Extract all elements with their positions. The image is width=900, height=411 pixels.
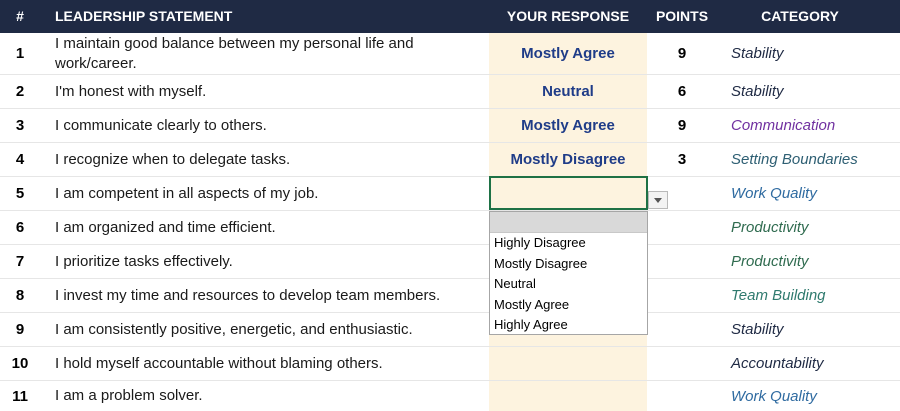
table-row: 1 I maintain good balance between my per… [0,33,900,75]
row-number[interactable]: 7 [0,245,40,278]
table-row: 9 I am consistently positive, energetic,… [0,313,900,347]
statement-cell[interactable]: I recognize when to delegate tasks. [55,143,485,176]
table-row: 8 I invest my time and resources to deve… [0,279,900,313]
points-cell[interactable] [647,279,717,312]
points-cell[interactable] [647,245,717,278]
header-leadership-statement: LEADERSHIP STATEMENT [55,8,233,24]
category-cell[interactable]: Work Quality [731,381,900,411]
header-number: # [16,8,24,24]
statement-cell[interactable]: I invest my time and resources to develo… [55,279,485,312]
response-cell[interactable] [489,381,647,411]
response-cell[interactable]: Mostly Agree [489,109,647,142]
row-number[interactable]: 11 [0,381,40,411]
statement-cell[interactable]: I prioritize tasks effectively. [55,245,485,278]
table-row: 5 I am competent in all aspects of my jo… [0,177,900,211]
dropdown-option-highly-disagree[interactable]: Highly Disagree [490,233,647,254]
table-row: 7 I prioritize tasks effectively. Produc… [0,245,900,279]
category-cell[interactable]: Stability [731,75,900,108]
header-your-response: YOUR RESPONSE [506,8,630,24]
dropdown-blank-option[interactable] [490,212,647,233]
statement-cell[interactable]: I'm honest with myself. [55,75,485,108]
statement-cell[interactable]: I hold myself accountable without blamin… [55,347,485,380]
header-category: CATEGORY [761,8,839,24]
chevron-down-icon [654,198,662,203]
points-cell[interactable] [647,313,717,346]
statement-cell[interactable]: I am organized and time efficient. [55,211,485,244]
points-cell[interactable] [647,381,717,411]
table-row: 2 I'm honest with myself. Neutral 6 Stab… [0,75,900,109]
points-cell[interactable]: 6 [647,75,717,108]
statement-cell[interactable]: I communicate clearly to others. [55,109,485,142]
statement-cell[interactable]: I am competent in all aspects of my job. [55,177,485,210]
statement-cell[interactable]: I am consistently positive, energetic, a… [55,313,485,346]
dropdown-option-neutral[interactable]: Neutral [490,274,647,295]
category-cell[interactable]: Accountability [731,347,900,380]
table-row: 3 I communicate clearly to others. Mostl… [0,109,900,143]
table-row: 4 I recognize when to delegate tasks. Mo… [0,143,900,177]
row-number[interactable]: 6 [0,211,40,244]
dropdown-option-highly-agree[interactable]: Highly Agree [490,315,647,336]
table-header: # LEADERSHIP STATEMENT YOUR RESPONSE POI… [0,0,900,33]
header-points: POINTS [655,8,709,24]
points-cell[interactable] [647,211,717,244]
active-response-cell[interactable] [489,176,648,210]
response-cell[interactable]: Mostly Disagree [489,143,647,176]
points-cell[interactable]: 9 [647,109,717,142]
points-cell[interactable] [647,347,717,380]
dropdown-option-mostly-disagree[interactable]: Mostly Disagree [490,254,647,275]
row-number[interactable]: 5 [0,177,40,210]
dropdown-button[interactable] [648,191,668,209]
points-cell[interactable]: 9 [647,33,717,74]
response-cell[interactable]: Neutral [489,75,647,108]
response-cell[interactable]: Mostly Agree [489,33,647,74]
category-cell[interactable]: Stability [731,313,900,346]
statement-cell[interactable]: I am a problem solver. [55,381,485,411]
category-cell[interactable]: Work Quality [731,177,900,210]
row-number[interactable]: 1 [0,33,40,74]
points-cell[interactable]: 3 [647,143,717,176]
row-number[interactable]: 3 [0,109,40,142]
response-cell[interactable] [489,347,647,380]
statement-text: I maintain good balance between my perso… [55,34,414,52]
response-dropdown-list: Highly Disagree Mostly Disagree Neutral … [489,211,648,335]
category-cell[interactable]: Communication [731,109,900,142]
table-row: 11 I am a problem solver. Work Quality [0,381,900,411]
row-number[interactable]: 10 [0,347,40,380]
row-number[interactable]: 2 [0,75,40,108]
row-number[interactable]: 4 [0,143,40,176]
table-row: 6 I am organized and time efficient. Pro… [0,211,900,245]
statement-text: work/career. [55,54,137,72]
category-cell[interactable]: Productivity [731,245,900,278]
category-cell[interactable]: Productivity [731,211,900,244]
table-row: 10 I hold myself accountable without bla… [0,347,900,381]
statement-cell[interactable]: I maintain good balance between my perso… [55,33,485,74]
dropdown-option-mostly-agree[interactable]: Mostly Agree [490,295,647,316]
category-cell[interactable]: Stability [731,33,900,74]
category-cell[interactable]: Team Building [731,279,900,312]
row-number[interactable]: 8 [0,279,40,312]
row-number[interactable]: 9 [0,313,40,346]
category-cell[interactable]: Setting Boundaries [731,143,900,176]
